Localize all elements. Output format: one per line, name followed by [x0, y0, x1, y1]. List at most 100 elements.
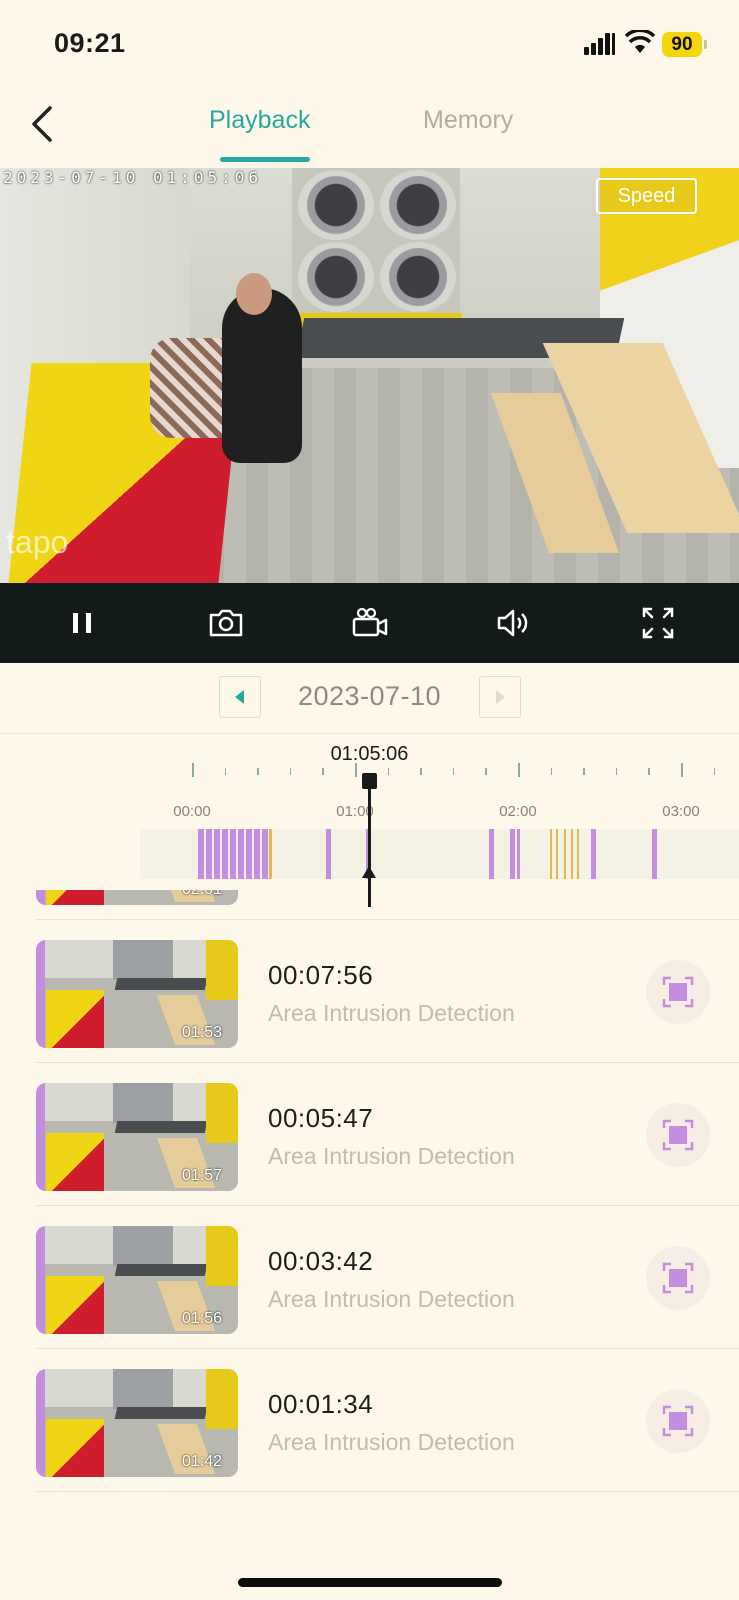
recording-segment[interactable] — [564, 829, 566, 879]
wifi-icon — [625, 30, 655, 53]
timeline-tick — [681, 763, 683, 777]
area-detection-button[interactable] — [646, 1389, 710, 1453]
selected-date[interactable]: 2023-07-10 — [0, 681, 739, 712]
scene-person-head — [236, 273, 272, 315]
thumbnail-duration: 01:42 — [181, 1453, 222, 1470]
tick-label-0000: 00:00 — [173, 803, 211, 820]
next-day-icon[interactable] — [479, 676, 521, 718]
speed-button[interactable]: Speed — [596, 178, 697, 214]
recording-segment[interactable] — [577, 829, 579, 879]
event-thumbnail[interactable]: 02:01 — [36, 890, 238, 905]
status-bar: 09:21 90 — [0, 0, 739, 90]
recording-segment[interactable] — [517, 829, 520, 879]
timeline-tick — [583, 768, 585, 775]
timeline-tick — [355, 763, 357, 777]
back-arrow-icon[interactable] — [26, 102, 62, 146]
scene-washers — [292, 168, 460, 318]
event-time: 00:01:34 — [268, 1389, 374, 1419]
pause-icon[interactable] — [60, 601, 104, 645]
previous-day-icon[interactable] — [219, 676, 261, 718]
event-row[interactable]: 01:57 00:05:47 Area Intrusion Detection — [0, 1063, 739, 1206]
event-thumbnail[interactable]: 01:42 — [36, 1369, 238, 1477]
playback-controls — [0, 583, 739, 663]
timeline-tick — [615, 768, 618, 775]
recording-segment[interactable] — [222, 829, 228, 879]
video-timestamp: 2023-07-10 01:05:06 — [3, 168, 263, 187]
recording-segment[interactable] — [269, 829, 272, 879]
timeline-tick — [257, 768, 259, 775]
tick-label-0300: 03:00 — [662, 803, 700, 820]
active-tab-indicator — [220, 157, 310, 162]
battery-tip — [704, 40, 707, 49]
timeline-current-time: 01:05:06 — [330, 743, 409, 765]
recording-segment[interactable] — [591, 829, 596, 879]
recording-segment[interactable] — [652, 829, 657, 879]
recording-segment[interactable] — [254, 829, 260, 879]
area-intrusion-icon — [662, 1262, 694, 1294]
event-thumbnail[interactable]: 01:57 — [36, 1083, 238, 1191]
thumbnail-duration: 02:01 — [182, 890, 222, 899]
recording-segment[interactable] — [556, 829, 558, 879]
fullscreen-icon[interactable] — [636, 601, 680, 645]
status-time: 09:21 — [54, 28, 126, 58]
recording-segment[interactable] — [489, 829, 494, 879]
timeline-tick — [322, 768, 324, 775]
timeline-tick — [518, 763, 520, 777]
recording-segment[interactable] — [246, 829, 252, 879]
timeline-tick — [387, 768, 390, 775]
area-detection-button[interactable] — [646, 960, 710, 1024]
event-thumbnail[interactable]: 01:56 — [36, 1226, 238, 1334]
recording-segment[interactable] — [238, 829, 244, 879]
recording-segment[interactable] — [571, 829, 573, 879]
event-time: 00:05:47 — [268, 1103, 374, 1133]
battery-indicator: 90 — [662, 32, 702, 57]
area-detection-button[interactable] — [646, 1246, 710, 1310]
event-row[interactable]: 01:53 00:07:56 Area Intrusion Detection — [0, 920, 739, 1063]
recording-segment[interactable] — [214, 829, 220, 879]
video-record-icon[interactable] — [348, 601, 392, 645]
timeline-tick — [224, 768, 227, 775]
thumbnail-duration: 01:56 — [181, 1310, 222, 1327]
event-row[interactable]: 01:56 00:03:42 Area Intrusion Detection — [0, 1206, 739, 1349]
playhead-pointer — [362, 866, 376, 878]
event-list[interactable]: 02:01 01:53 00:07:56 Area Intrusion Dete… — [0, 890, 739, 1510]
area-intrusion-icon — [662, 1119, 694, 1151]
recording-segment[interactable] — [230, 829, 236, 879]
recording-segment[interactable] — [326, 829, 331, 879]
timeline-tick — [550, 768, 553, 775]
video-player[interactable]: 2023-07-10 01:05:06 Speed tapo — [0, 168, 739, 583]
event-row[interactable]: 02:01 — [0, 890, 739, 920]
timeline-tick — [452, 768, 455, 775]
area-detection-button[interactable] — [646, 1103, 710, 1167]
recording-segment[interactable] — [198, 829, 204, 879]
tab-playback[interactable]: Playback — [209, 106, 310, 135]
top-nav: Playback Memory — [0, 90, 739, 166]
recording-segment[interactable] — [510, 829, 515, 879]
recording-segment[interactable] — [550, 829, 552, 879]
tapo-watermark: tapo — [6, 524, 69, 560]
timeline-tick — [289, 768, 292, 775]
area-intrusion-icon — [662, 1405, 694, 1437]
event-row[interactable]: 01:42 00:01:34 Area Intrusion Detection — [0, 1349, 739, 1492]
tick-label-0200: 02:00 — [499, 803, 537, 820]
recording-segment[interactable] — [262, 829, 268, 879]
row-divider — [36, 1491, 739, 1492]
event-type: Area Intrusion Detection — [268, 1143, 515, 1169]
recording-segment[interactable] — [206, 829, 212, 879]
area-intrusion-icon — [662, 976, 694, 1008]
tab-memory[interactable]: Memory — [423, 106, 513, 135]
timeline-tick — [485, 768, 487, 775]
thumbnail-duration: 01:53 — [181, 1024, 222, 1041]
timeline-tick — [420, 768, 422, 775]
camera-icon[interactable] — [204, 601, 248, 645]
event-thumbnail[interactable]: 01:53 — [36, 940, 238, 1048]
event-type: Area Intrusion Detection — [268, 1000, 515, 1026]
event-type: Area Intrusion Detection — [268, 1429, 515, 1455]
date-selector: 2023-07-10 — [0, 663, 739, 734]
home-indicator[interactable] — [238, 1578, 502, 1587]
timeline[interactable]: 01:05:06 00:00 01:00 02:00 03:00 — [0, 733, 739, 907]
timeline-tick — [648, 768, 650, 775]
event-time: 00:07:56 — [268, 960, 374, 990]
event-type: Area Intrusion Detection — [268, 1286, 515, 1312]
speaker-icon[interactable] — [492, 601, 536, 645]
